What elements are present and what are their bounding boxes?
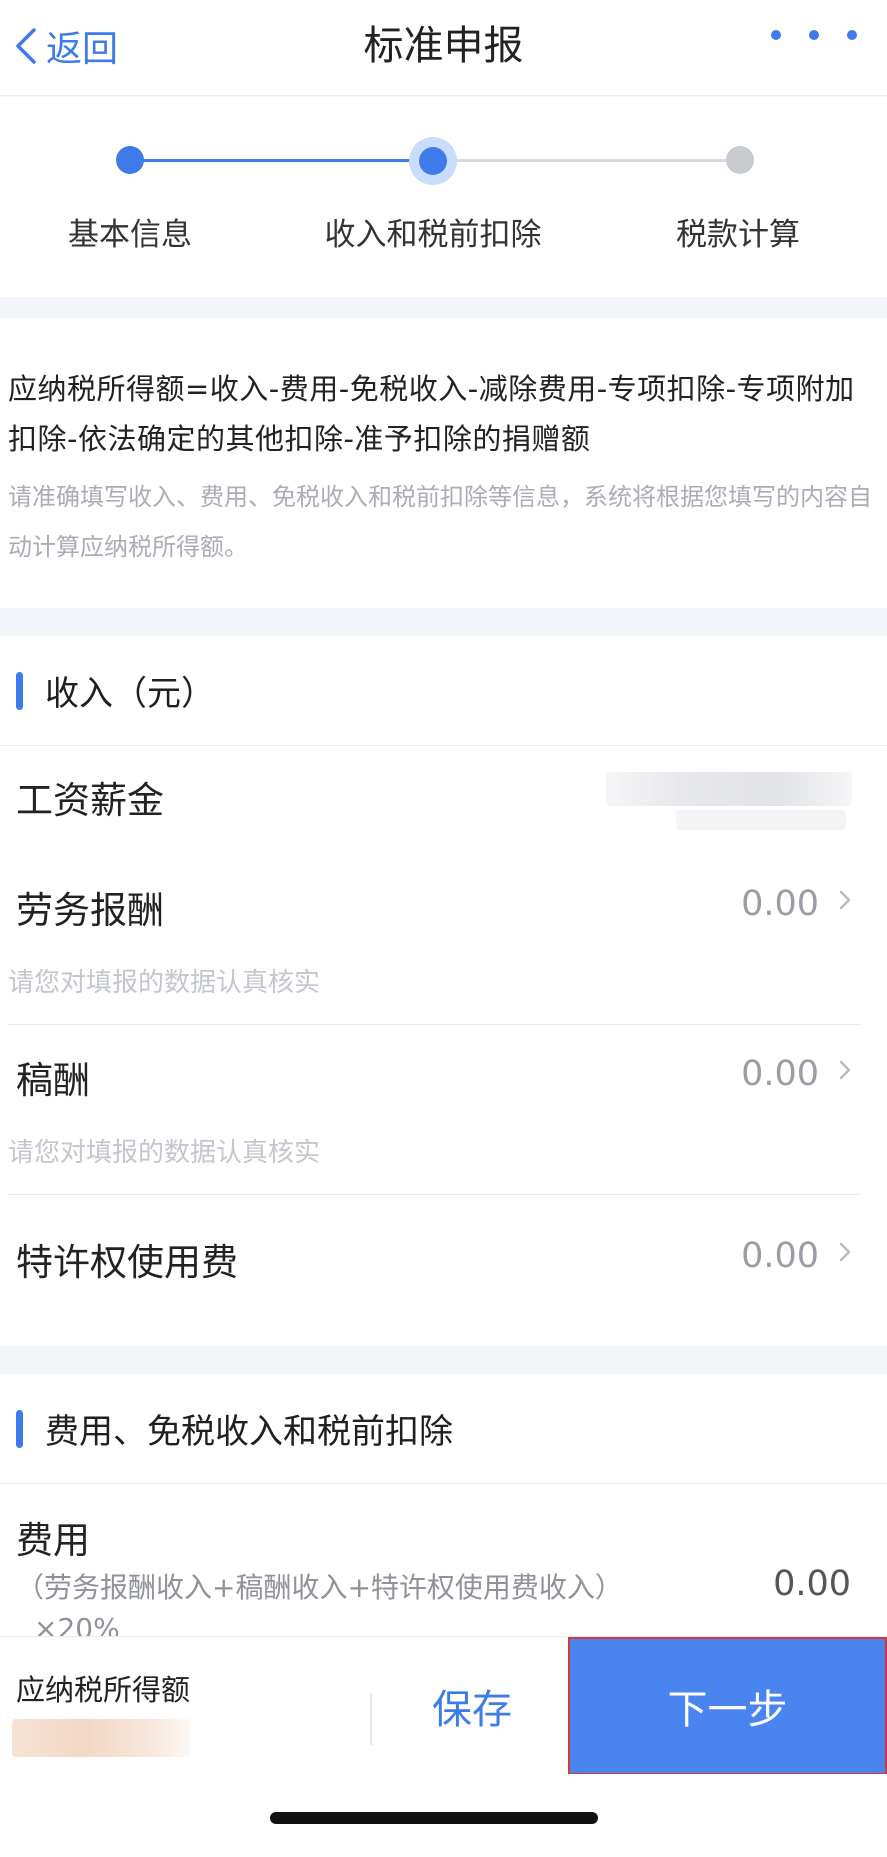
row-divider xyxy=(8,1194,860,1195)
author-remuneration-hint: 请您对填报的数据认真核实 xyxy=(8,1138,321,1168)
redacted-salary-value xyxy=(606,772,852,806)
next-step-button[interactable]: 下一步 xyxy=(568,1637,887,1775)
more-dot-icon xyxy=(809,30,819,40)
redacted-taxable-income-value xyxy=(12,1719,190,1757)
royalty-row[interactable]: 特许权使用费 0.00 xyxy=(0,1196,887,1326)
income-section: 收入（元） 工资薪金 劳务报酬 0.00 请您对填报的数据认真核实 稿酬 0.0… xyxy=(0,636,887,1346)
chevron-right-icon xyxy=(839,1060,851,1080)
more-dot-icon xyxy=(847,30,857,40)
chevron-right-icon xyxy=(839,1242,851,1262)
income-section-header: 收入（元） xyxy=(0,636,887,746)
expense-label: 费用 xyxy=(16,1519,90,1562)
more-dot-icon xyxy=(771,30,781,40)
progress-stepper: 基本信息 收入和税前扣除 税款计算 xyxy=(0,97,887,297)
author-remuneration-label: 稿酬 xyxy=(16,1059,90,1102)
income-section-title: 收入（元） xyxy=(45,674,215,714)
formula-hint: 请准确填写收入、费用、免税收入和税前扣除等信息，系统将根据您填写的内容自动计算应… xyxy=(8,483,872,561)
row-divider xyxy=(8,1024,860,1025)
taxable-income-formula: 应纳税所得额=收入-费用-免税收入-减除费用-专项扣除-专项附加扣除-依法确定的… xyxy=(8,372,855,456)
step-label-tax-calc: 税款计算 xyxy=(676,217,800,253)
expense-row[interactable]: 费用 （劳务报酬收入+稿酬收入+特许权使用费收入） ×20% 0.00 xyxy=(0,1484,887,1636)
bottom-action-bar: 应纳税所得额 保存 下一步 xyxy=(0,1636,887,1775)
expenses-section-header: 费用、免税收入和税前扣除 xyxy=(0,1374,887,1484)
formula-panel: 应纳税所得额=收入-费用-免税收入-减除费用-专项扣除-专项附加扣除-依法确定的… xyxy=(0,318,887,608)
salary-label: 工资薪金 xyxy=(16,779,164,822)
home-indicator-area xyxy=(0,1774,887,1857)
navigation-bar: 返回 标准申报 xyxy=(0,0,887,96)
royalty-label: 特许权使用费 xyxy=(16,1241,238,1284)
service-remuneration-row[interactable]: 劳务报酬 0.00 请您对填报的数据认真核实 xyxy=(0,856,887,1026)
author-remuneration-value: 0.00 xyxy=(741,1054,819,1094)
step-connector-pending xyxy=(435,159,740,162)
more-menu-button[interactable] xyxy=(771,30,857,40)
save-button[interactable]: 保存 xyxy=(372,1637,572,1775)
section-accent-bar xyxy=(16,1409,23,1448)
service-remuneration-label: 劳务报酬 xyxy=(16,889,164,932)
taxable-income-label: 应纳税所得额 xyxy=(16,1673,191,1707)
step-label-basic-info: 基本信息 xyxy=(68,217,192,253)
salary-row[interactable]: 工资薪金 xyxy=(0,746,887,856)
chevron-right-icon xyxy=(839,890,851,910)
expense-value: 0.00 xyxy=(773,1564,851,1604)
expenses-section-title: 费用、免税收入和税前扣除 xyxy=(45,1412,453,1452)
service-remuneration-hint: 请您对填报的数据认真核实 xyxy=(8,968,321,998)
step-label-income: 收入和税前扣除 xyxy=(324,217,542,253)
section-accent-bar xyxy=(16,671,23,710)
home-indicator[interactable] xyxy=(270,1812,598,1824)
step-dot-done xyxy=(116,146,144,174)
step-dot-current xyxy=(419,147,447,175)
expenses-section: 费用、免税收入和税前扣除 费用 （劳务报酬收入+稿酬收入+特许权使用费收入） ×… xyxy=(0,1374,887,1636)
step-dot-pending xyxy=(726,146,754,174)
step-connector-done xyxy=(130,159,435,162)
service-remuneration-value: 0.00 xyxy=(741,884,819,924)
page-title: 标准申报 xyxy=(363,23,524,69)
royalty-value: 0.00 xyxy=(741,1236,819,1276)
redacted-salary-value-shadow xyxy=(676,810,846,830)
expense-formula: （劳务报酬收入+稿酬收入+特许权使用费收入） xyxy=(16,1571,623,1604)
expense-formula-rate: ×20% xyxy=(34,1612,120,1636)
author-remuneration-row[interactable]: 稿酬 0.00 请您对填报的数据认真核实 xyxy=(0,1026,887,1196)
